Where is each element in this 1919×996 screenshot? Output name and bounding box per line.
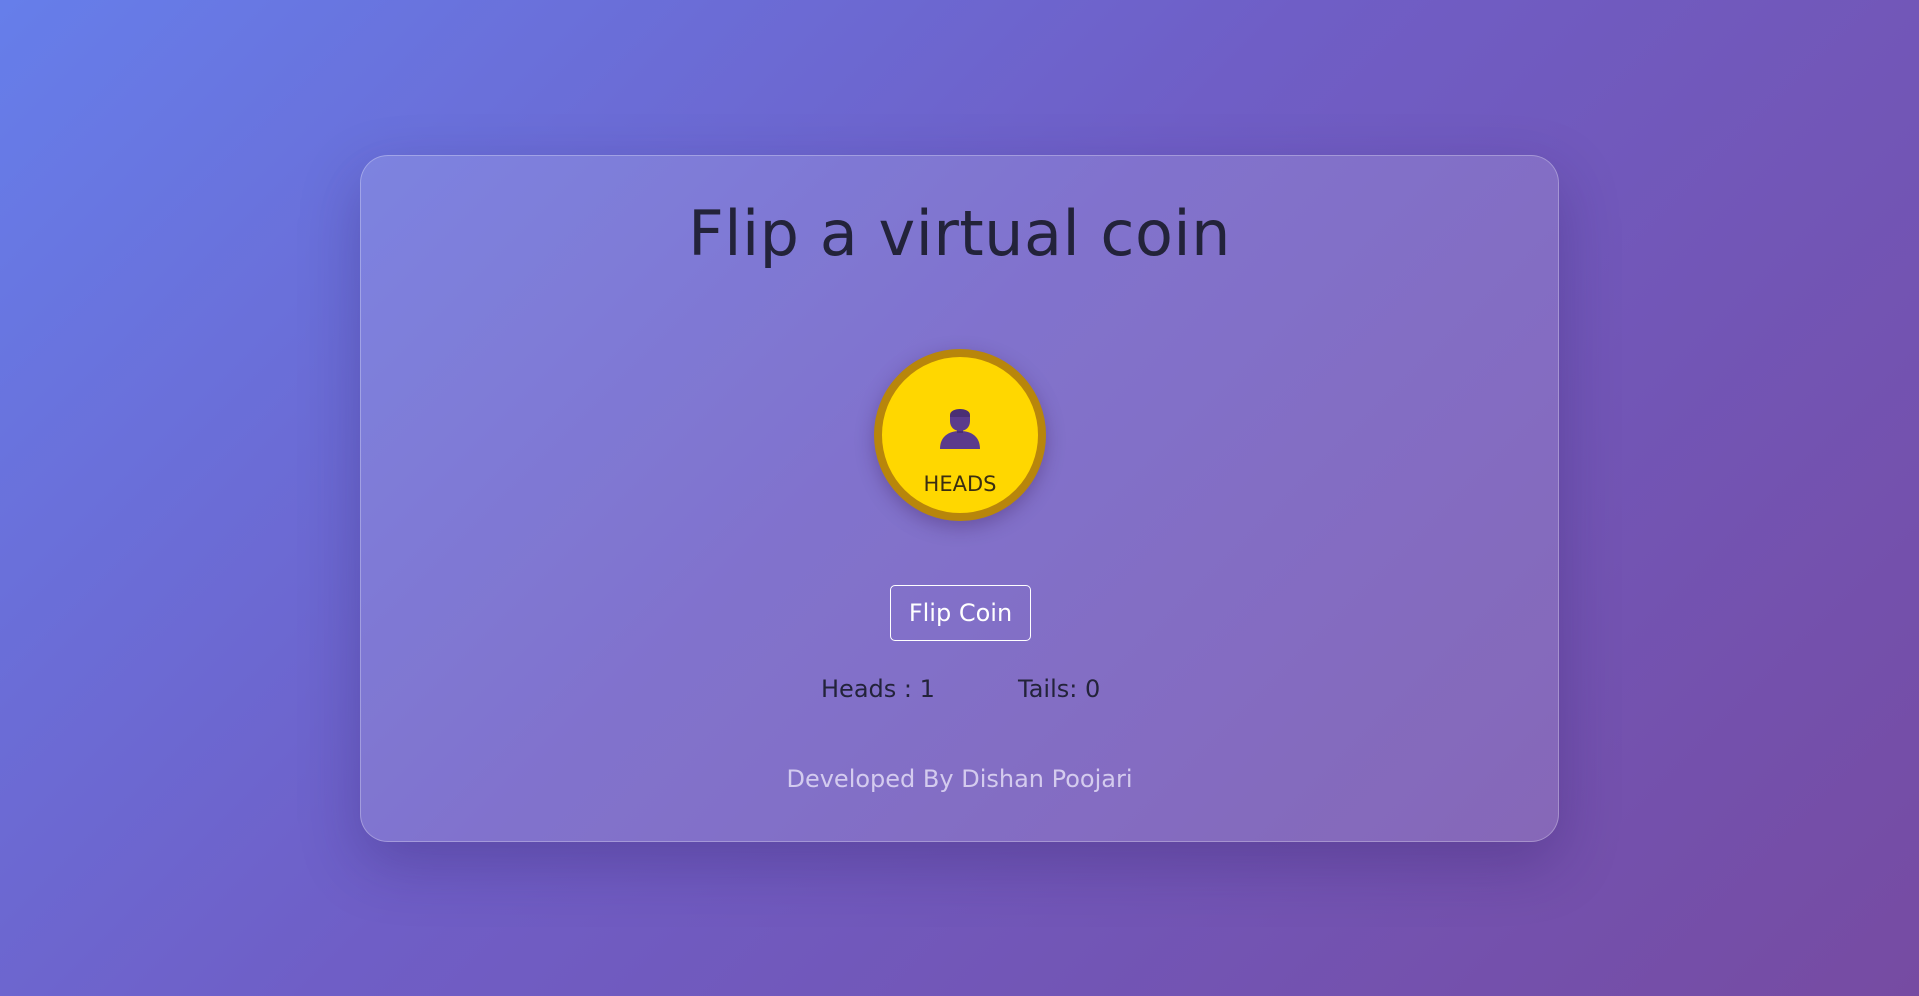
developer-credit: Developed By Dishan Poojari: [786, 765, 1133, 793]
person-icon: [940, 409, 980, 449]
heads-count: Heads : 1: [821, 675, 935, 703]
coin: HEADS: [874, 349, 1046, 521]
tails-count: Tails: 0: [1018, 675, 1101, 703]
page-title: Flip a virtual coin: [688, 197, 1231, 270]
coin-face-label: HEADS: [923, 472, 997, 496]
flip-coin-button[interactable]: Flip Coin: [890, 585, 1031, 641]
